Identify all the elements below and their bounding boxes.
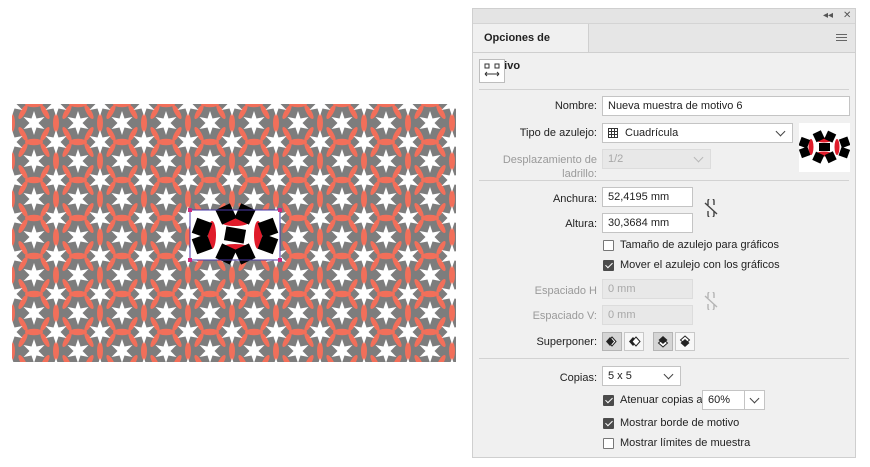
chevron-down-icon [693,152,704,163]
overlap-label: Superponer: [536,336,597,348]
tile-type-value: Cuadrícula [625,127,679,139]
dim-percent-dropdown[interactable] [744,390,765,410]
copies-value: 5 x 5 [608,370,632,382]
tab-pattern-options[interactable]: Opciones de motivo [473,24,589,72]
overlap-bottom-in-front-button[interactable] [675,332,695,351]
pattern-tile [188,203,282,265]
brick-offset-select[interactable]: 1/2 [602,149,711,169]
move-tile-with-art-checkbox[interactable] [603,260,614,271]
overlap-right-in-front-button[interactable] [624,332,644,351]
panel-tab-row: Opciones de motivo [473,24,855,72]
overlap-right-icon [629,336,641,347]
v-spacing-label: Espaciado V: [532,310,597,322]
v-spacing-input[interactable]: 0 mm [602,305,693,325]
brick-offset-label: Desplazamiento de ladrillo: [502,154,597,180]
width-label: Anchura: [552,193,597,205]
overlap-top-in-front-button[interactable] [653,332,673,351]
overlap-left-icon [606,336,617,347]
pattern-options-panel: ◂◂ ✕ Opciones de motivo Nombre: Nueva mu… [472,8,856,458]
show-tile-edge-checkbox[interactable] [603,418,614,429]
panel-menu-icon[interactable] [836,34,847,42]
link-broken-icon[interactable] [703,199,719,217]
panel-titlebar: ◂◂ ✕ [473,9,855,24]
collapse-icon[interactable]: ◂◂ [823,10,833,22]
pattern-tile-tool-button[interactable] [479,59,505,83]
tile-type-select[interactable]: Cuadrícula [602,123,793,143]
show-swatch-bounds-label: Mostrar límites de muestra [620,437,751,449]
size-tile-to-art-label: Tamaño de azulejo para gráficos [620,239,779,251]
size-tile-to-art-checkbox[interactable] [603,240,614,251]
copies-label: Copias: [559,372,597,384]
show-swatch-bounds-checkbox[interactable] [603,438,614,449]
dim-copies-checkbox[interactable] [603,395,614,406]
dim-copies-label: Atenuar copias a: [620,394,706,406]
overlap-left-in-front-button[interactable] [602,332,622,351]
show-tile-edge-label: Mostrar borde de motivo [620,417,740,429]
close-icon[interactable]: ✕ [843,10,851,22]
tile-type-label: Tipo de azulejo: [519,127,597,139]
h-spacing-label: Espaciado H [534,285,597,297]
pattern-tile-tool-icon [484,63,500,77]
chevron-down-icon [749,393,760,404]
chevron-down-icon [663,369,674,380]
chevron-down-icon [775,126,786,137]
move-tile-with-art-label: Mover el azulejo con los gráficos [620,259,780,271]
pattern-preview [12,104,456,362]
brick-offset-value: 1/2 [608,153,624,165]
width-input[interactable]: 52,4195 mm [602,187,693,207]
h-spacing-input[interactable]: 0 mm [602,279,693,299]
copies-select[interactable]: 5 x 5 [602,366,681,386]
name-input[interactable]: Nueva muestra de motivo 6 [602,96,850,116]
height-label: Altura: [565,218,597,230]
artboard-canvas[interactable] [0,0,470,467]
overlap-bottom-icon [679,335,691,347]
overlap-top-icon [657,336,669,348]
link-broken-icon [704,292,718,310]
height-input[interactable]: 30,3684 mm [602,213,693,233]
grid-icon [608,128,618,138]
name-label: Nombre: [554,100,597,112]
swatch-thumbnail [798,123,851,172]
